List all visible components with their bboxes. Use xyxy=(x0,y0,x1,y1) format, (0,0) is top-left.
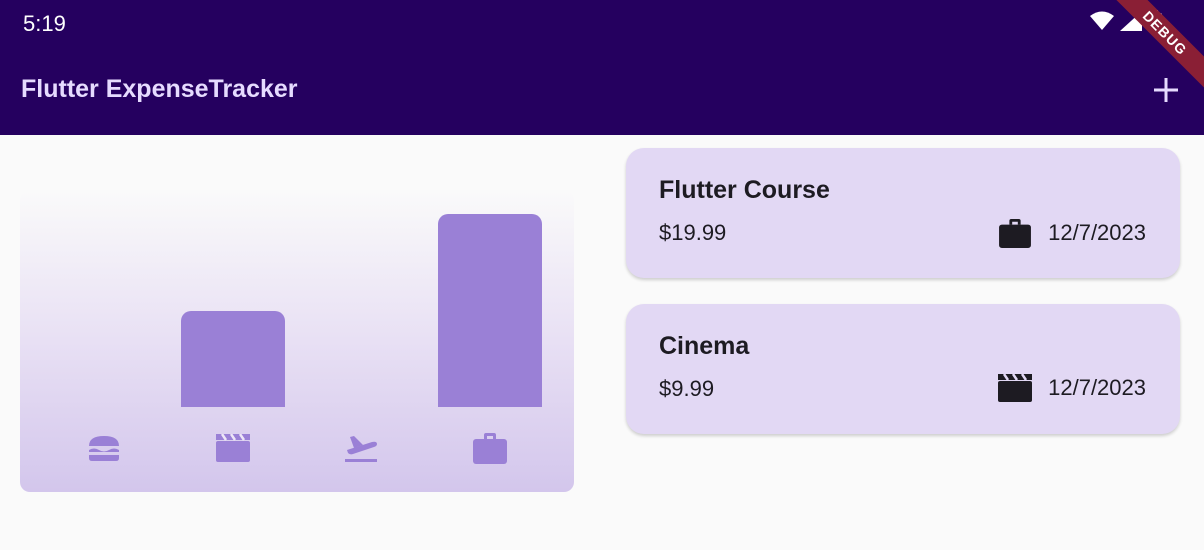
chart-category-icons xyxy=(40,428,554,468)
status-time: 5:19 xyxy=(23,11,66,36)
movie-icon xyxy=(998,374,1033,402)
wifi-icon xyxy=(1090,11,1114,31)
app-bar: 5:19 Flutter ExpenseTracker DEBUG xyxy=(0,0,1204,135)
expense-title: Cinema xyxy=(659,332,750,360)
work-icon xyxy=(426,428,555,468)
expense-meta: 12/7/2023 xyxy=(998,374,1146,402)
chart-bar-slot xyxy=(309,214,414,407)
chart-bars xyxy=(40,214,554,407)
expense-item[interactable]: Cinema $9.99 12/7/2023 xyxy=(626,304,1180,434)
chart-bar-leisure xyxy=(180,310,285,407)
expense-meta: 12/7/2023 xyxy=(998,218,1146,248)
expense-amount: $19.99 xyxy=(659,220,727,245)
add-icon xyxy=(1154,78,1178,102)
expense-chart xyxy=(20,190,574,492)
chart-bar-slot xyxy=(180,214,285,407)
page-title: Flutter ExpenseTracker xyxy=(21,75,298,103)
expense-date: 12/7/2023 xyxy=(1048,220,1146,245)
expense-item[interactable]: Flutter Course $19.99 12/7/2023 xyxy=(626,148,1180,278)
expense-title: Flutter Course xyxy=(659,176,830,204)
add-expense-button[interactable] xyxy=(1148,72,1184,108)
chart-bar-slot xyxy=(52,214,157,407)
expense-date: 12/7/2023 xyxy=(1048,375,1146,400)
chart-bar-slot xyxy=(437,214,542,407)
expense-amount: $9.99 xyxy=(659,376,715,401)
flight-takeoff-icon xyxy=(297,428,426,468)
movie-icon xyxy=(169,428,298,468)
work-icon xyxy=(999,218,1032,248)
chart-bar-work xyxy=(437,214,542,407)
food-icon xyxy=(40,428,169,468)
